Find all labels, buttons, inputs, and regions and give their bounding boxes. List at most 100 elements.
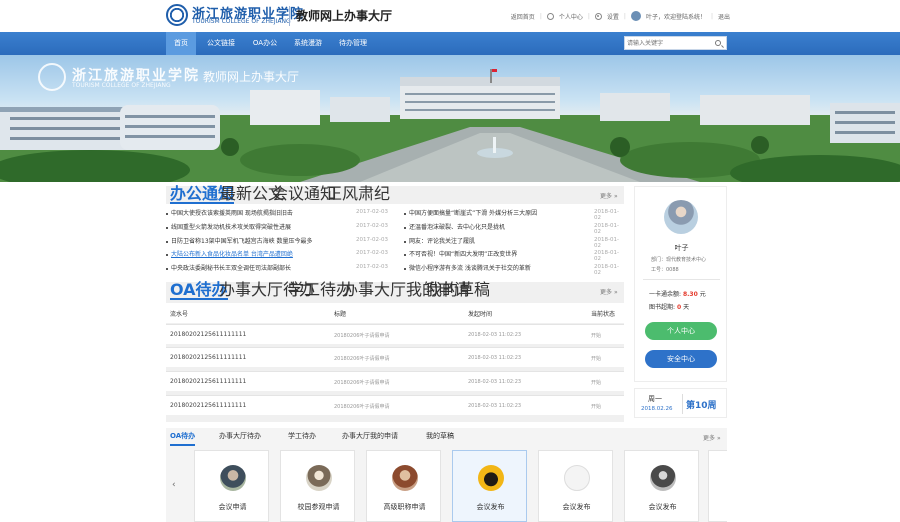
tab-oa-todo[interactable]: OA待办 [170, 428, 196, 446]
notice-tabbar: 办公通知 最新公文 会议通知 正风肃纪 更多 » [166, 186, 624, 204]
notice-date: 2017-02-03 [356, 223, 388, 229]
list-item[interactable]: 中国方便面搞量“断崖式”下滑 外媒分析三大原因 [404, 208, 537, 220]
double-chevron-right-icon: » [613, 289, 618, 296]
list-item[interactable]: 中央政法委副秘书长王双全调任司法部副部长 [166, 263, 291, 275]
logo-divider [289, 6, 290, 26]
table-row[interactable]: 20180202125611111111 20180206叶子请假申请 2018… [166, 324, 624, 344]
table-row[interactable]: 20180202125611111111 20180206叶子请假申请 2018… [166, 395, 624, 415]
column-header-title: 标题 [334, 311, 347, 318]
security-center-button[interactable]: 安全中心 [645, 350, 717, 368]
week-number: 第10周 [686, 401, 717, 411]
tab-student-todo[interactable]: 学工待办 [288, 428, 316, 446]
nav-item-documents[interactable]: 公文链接 [202, 32, 240, 55]
app-card-label: 会议发布 [648, 503, 677, 511]
settings-link[interactable]: 设置 [607, 12, 619, 21]
divider: | [539, 12, 542, 20]
nav-item-roaming[interactable]: 系统漫游 [288, 32, 328, 55]
list-item[interactable]: 网友：评论我关注了履肌 [404, 236, 475, 248]
bullet-icon [166, 267, 168, 270]
notice-title[interactable]: 线固重型火箭发动机技术攻关取得突破性进展 [171, 224, 291, 231]
tab-my-applications[interactable]: 办事大厅我的申请 [342, 428, 398, 446]
nav-item-oa[interactable]: OA办公 [246, 32, 284, 55]
double-chevron-right-icon: » [716, 435, 721, 442]
more-label: 更多 [600, 289, 613, 296]
notice-title[interactable]: 还温番泡沫破裂、去中心化只是拢机 [409, 224, 505, 231]
banner-title: 教师网上办事大厅 [203, 70, 300, 84]
notice-date: 2017-02-03 [356, 237, 388, 243]
row-time: 2018-02-03 11:02:23 [468, 379, 522, 385]
notice-more-link[interactable]: 更多 » [600, 191, 618, 200]
notice-title[interactable]: 中国大使授衣该索援英雨国 现场航揭指旧旧击 [171, 210, 293, 217]
notice-title[interactable]: 微信小程序游有多流 浅谈腾讯关于社交的革新 [409, 265, 531, 272]
notice-title[interactable]: 中央政法委副秘书长王双全调任司法部副部长 [171, 265, 291, 272]
app-card-campus-visit[interactable]: 校园参观申请 [280, 450, 355, 522]
bullet-icon [404, 240, 406, 243]
notice-date: 2017-02-03 [356, 264, 388, 270]
home-link[interactable]: 返回首页 [511, 12, 535, 21]
app-card-meeting-publish[interactable]: 会议发布 [538, 450, 613, 522]
list-item[interactable]: 不可否视！中国“新四大发明”正改变世界 [404, 249, 517, 261]
bullet-icon [166, 212, 168, 215]
bullet-icon [404, 267, 406, 270]
notice-date: 2018-01-02 [594, 237, 619, 249]
row-status: 开始 [591, 380, 602, 386]
notice-title[interactable]: 中国方便面搞量“断崖式”下滑 外媒分析三大原因 [409, 210, 537, 217]
app-card-meeting-publish[interactable]: 会议发布 [452, 450, 527, 522]
search-icon[interactable] [715, 40, 721, 46]
nav-item-todo[interactable]: 待办管理 [333, 32, 373, 55]
app-card-partial[interactable] [708, 450, 727, 522]
profile-card: 叶子 部门：现代教育技术中心 工号：0088 一卡通余额: 8.30 元 图书超… [634, 186, 727, 382]
user-name: 叶子 [674, 244, 689, 252]
avatar[interactable] [664, 200, 698, 234]
tab-hall-todo[interactable]: 办事大厅待办 [219, 428, 261, 446]
senior-title-icon [392, 465, 418, 491]
app-card-meeting-apply[interactable]: 会议申请 [194, 450, 269, 522]
row-id: 20180202125611111111 [170, 331, 247, 338]
search-input[interactable] [627, 38, 713, 48]
bullet-icon [404, 212, 406, 215]
logout-link[interactable]: 退出 [718, 12, 730, 21]
list-item[interactable]: 线固重型火箭发动机技术攻关取得突破性进展 [166, 222, 291, 234]
list-item[interactable]: 中国大使授衣该索援英雨国 现场航揭指旧旧击 [166, 208, 293, 220]
row-title[interactable]: 20180206叶子请假申请 [334, 379, 389, 386]
top-header: 浙江旅游职业学院 TOURISM COLLEGE OF ZHEJIANG 教师网… [0, 0, 900, 32]
list-item[interactable]: 还温番泡沫破裂、去中心化只是拢机 [404, 222, 505, 234]
notice-list-left: 中国大使授衣该索援英雨国 现场航揭指旧旧击 线固重型火箭发动机技术攻关取得突破性… [166, 206, 391, 278]
row-title[interactable]: 20180206叶子请假申请 [334, 332, 389, 339]
list-item[interactable]: 微信小程序游有多流 浅谈腾讯关于社交的革新 [404, 263, 531, 275]
app-card-meeting-publish[interactable]: 会议发布 [624, 450, 699, 522]
notice-title[interactable]: 日防卫省称13架中国军机飞越宫古海峡 数量压今最多 [171, 238, 313, 245]
tab-discipline[interactable]: 正风肃纪 [326, 186, 390, 204]
personal-center-button[interactable]: 个人中心 [645, 322, 717, 340]
divider: | [710, 12, 713, 20]
card-balance-label: 一卡通余额: [649, 291, 682, 298]
list-item[interactable]: 大陆公布新入食品化妆品名单 台湾产品遭回绝 [166, 249, 293, 261]
row-status: 开始 [591, 333, 602, 339]
apps-more-link[interactable]: 更多 » [703, 433, 721, 442]
meeting-apply-icon [220, 465, 246, 491]
notice-title[interactable]: 网友：评论我关注了履肌 [409, 238, 475, 245]
tab-drafts[interactable]: 我的草稿 [426, 282, 490, 300]
column-header-id: 流水号 [170, 311, 189, 318]
chevron-left-icon[interactable]: ‹ [172, 480, 176, 490]
tab-drafts[interactable]: 我的草稿 [426, 428, 454, 446]
list-item[interactable]: 日防卫省称13架中国军机飞越宫古海峡 数量压今最多 [166, 236, 313, 248]
oa-more-link[interactable]: 更多 » [600, 287, 618, 296]
row-status: 开始 [591, 404, 602, 410]
notice-title[interactable]: 大陆公布新入食品化妆品名单 台湾产品遭回绝 [171, 251, 293, 258]
nav-item-home[interactable]: 首页 [166, 32, 196, 55]
bullet-icon [166, 226, 168, 229]
row-title[interactable]: 20180206叶子请假申请 [334, 403, 389, 410]
book-overdue: 图书超期: 0 天 [649, 302, 689, 311]
table-row[interactable]: 20180202125611111111 20180206叶子请假申请 2018… [166, 371, 624, 391]
notice-title[interactable]: 不可否视！中国“新四大发明”正改变世界 [409, 251, 517, 258]
personal-center-link[interactable]: 个人中心 [559, 12, 583, 21]
app-card-senior-title[interactable]: 高级职称申请 [366, 450, 441, 522]
meeting-publish-icon [478, 465, 504, 491]
oa-table-header: 流水号 标题 发起时间 当前状态 [166, 303, 624, 323]
row-title[interactable]: 20180206叶子请假申请 [334, 355, 389, 362]
table-row[interactable]: 20180202125611111111 20180206叶子请假申请 2018… [166, 347, 624, 367]
row-time: 2018-02-03 11:02:23 [468, 355, 522, 361]
top-links: 返回首页 | 个人中心 | 设置 | 叶子，欢迎登陆系统！ | 退出 [511, 11, 730, 21]
divider [682, 394, 683, 414]
